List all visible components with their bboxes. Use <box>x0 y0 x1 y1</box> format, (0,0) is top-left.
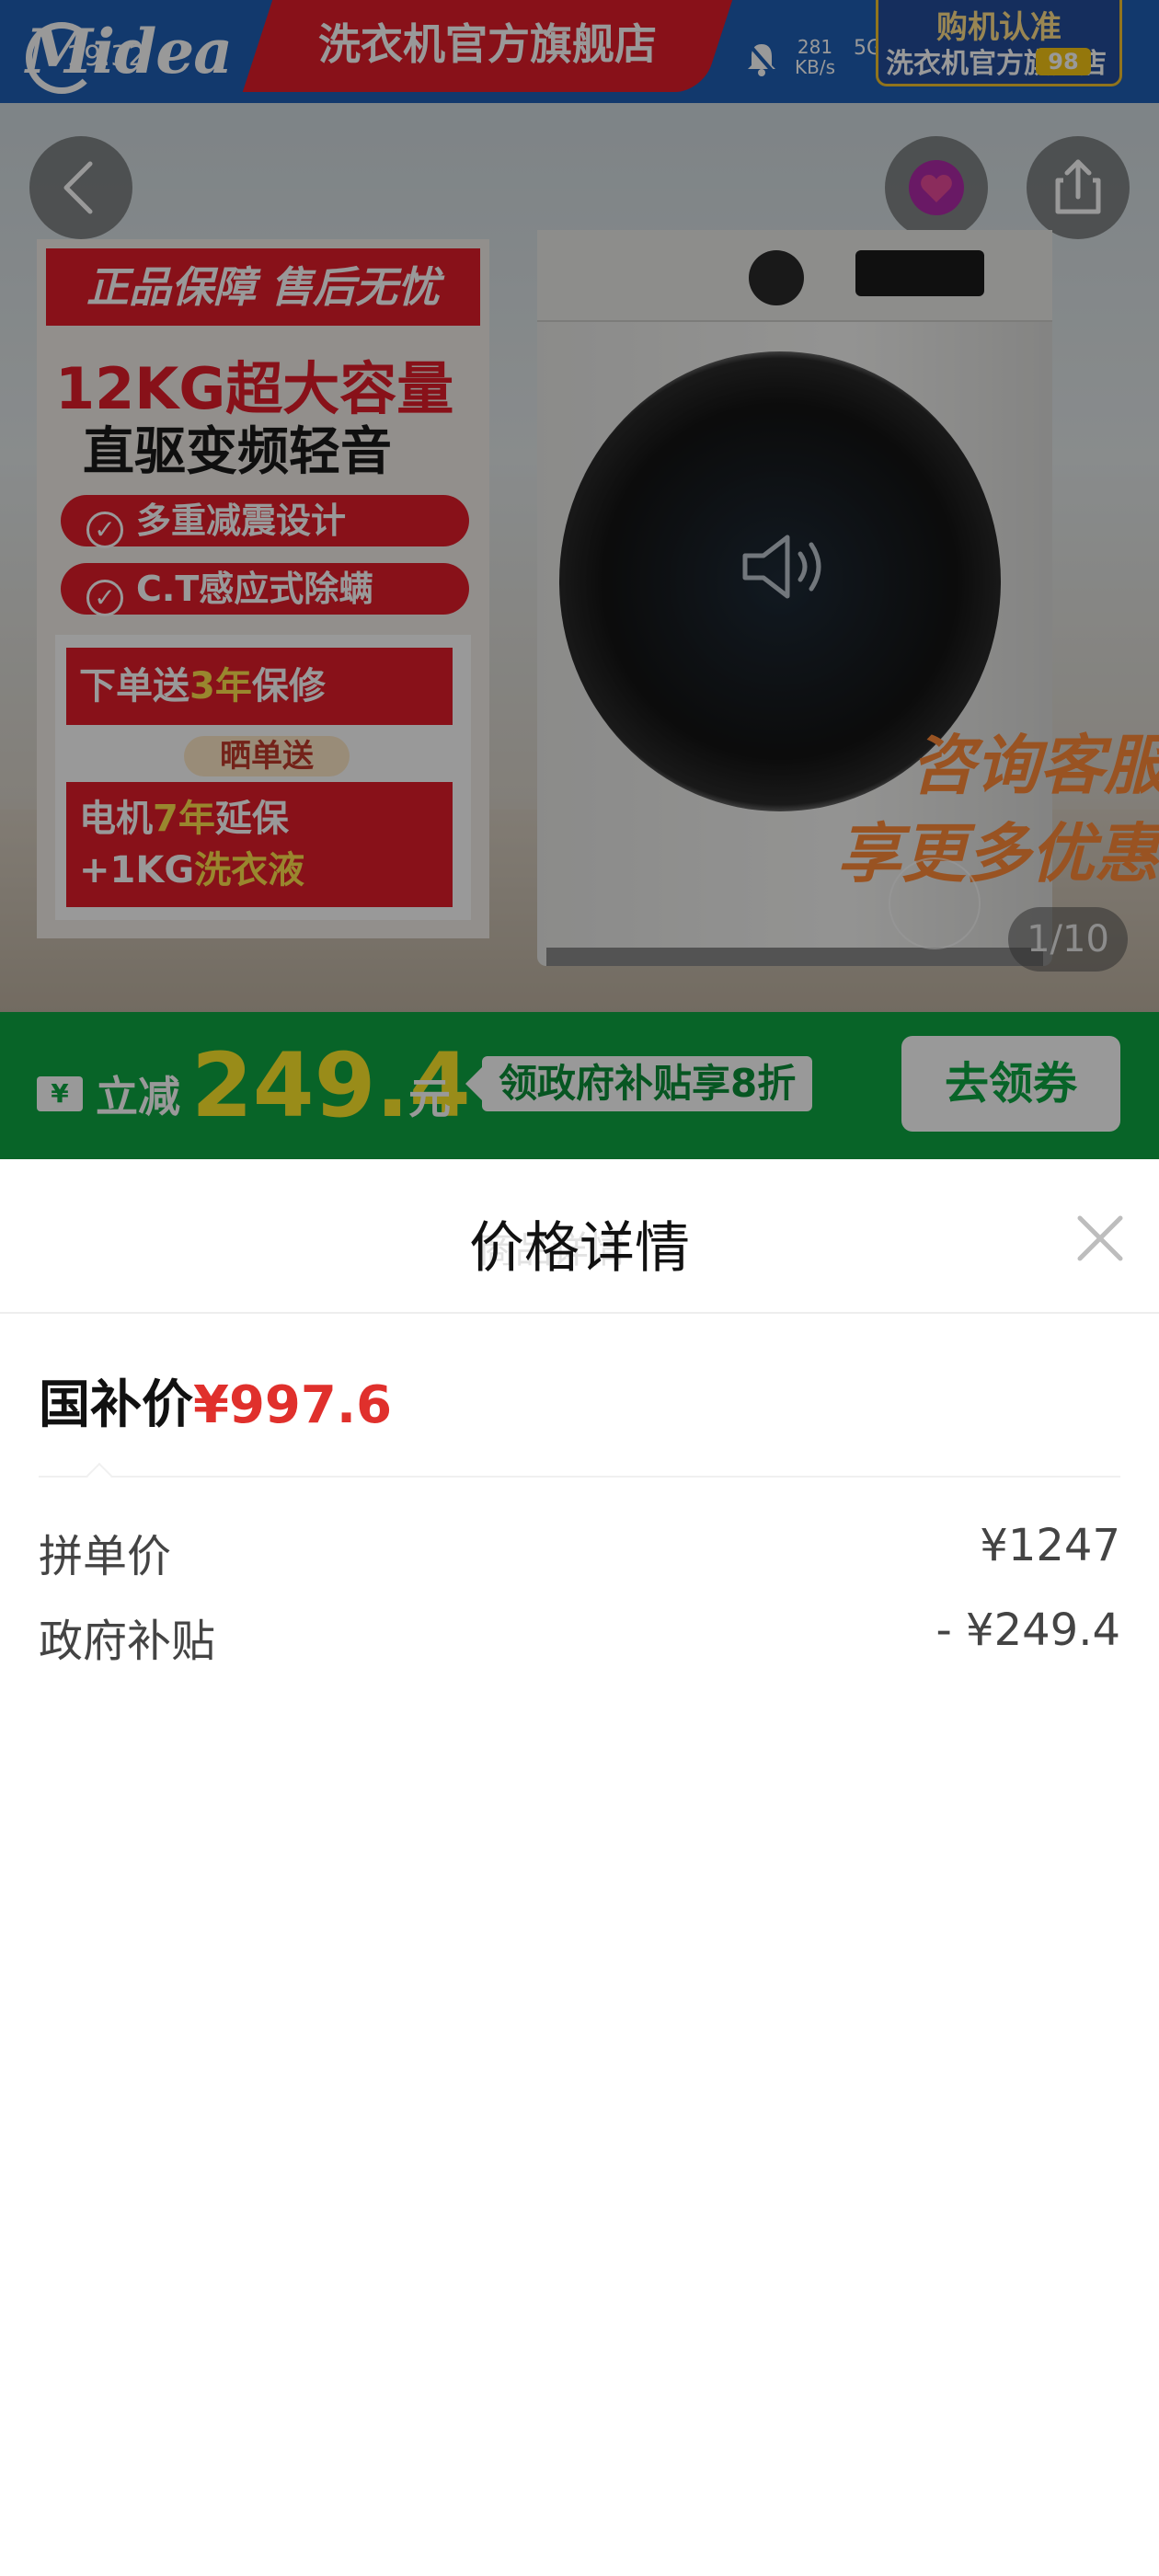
line-item-value: ¥1247 <box>980 1520 1120 1571</box>
sheet-title: 价格详情 <box>469 1216 690 1281</box>
final-price-row: 国补价¥997.6 <box>39 1363 1120 1446</box>
price-line-item: 拼单价 ¥1247 <box>39 1520 1120 1584</box>
price-line-item: 政府补贴 - ¥249.4 <box>39 1604 1120 1669</box>
divider-notch <box>86 1462 113 1489</box>
line-item-label: 政府补贴 <box>39 1616 216 1667</box>
sheet-header: 商品详情 价格详情 <box>0 1159 1159 1314</box>
final-price-value: ¥997.6 <box>193 1375 393 1435</box>
divider <box>39 1476 1120 1478</box>
final-price-label: 国补价 <box>39 1375 193 1435</box>
price-detail-sheet: 商品详情 价格详情 国补价¥997.6 拼单价 ¥1247 政府补贴 - ¥24… <box>0 1159 1159 2576</box>
modal-scrim[interactable] <box>0 0 1159 1159</box>
line-item-value: - ¥249.4 <box>935 1604 1120 1656</box>
product-gallery[interactable]: Midea 洗衣机官方旗舰店 19:32 281 KB/s 5G 购机认准 洗衣… <box>0 0 1159 1159</box>
line-item-label: 拼单价 <box>39 1531 172 1582</box>
close-icon[interactable] <box>1071 1209 1130 1268</box>
